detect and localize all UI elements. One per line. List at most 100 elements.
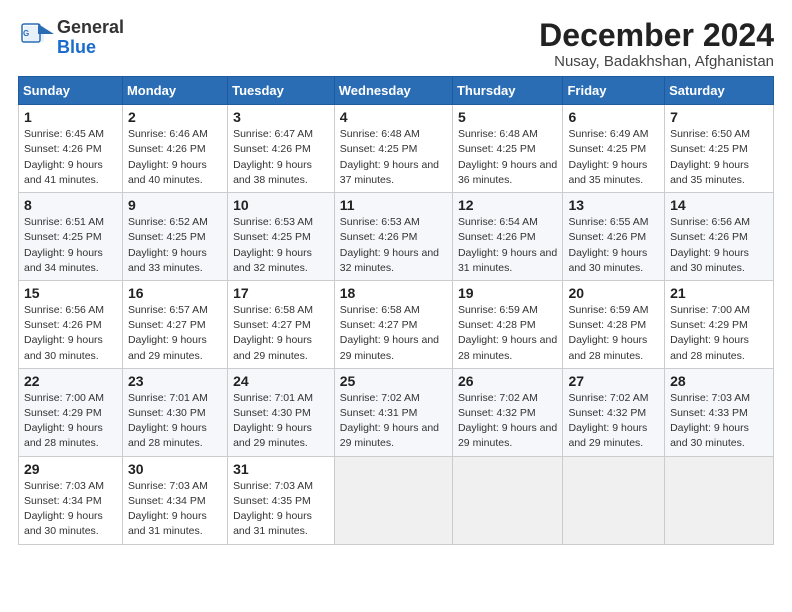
day-number: 3: [233, 109, 329, 125]
day-header-tuesday: Tuesday: [228, 77, 335, 105]
daylight-text: Daylight: 9 hours and 29 minutes.: [340, 422, 439, 449]
day-number: 17: [233, 285, 329, 301]
calendar-cell: 1Sunrise: 6:45 AMSunset: 4:26 PMDaylight…: [19, 105, 123, 193]
day-info: Sunrise: 6:58 AMSunset: 4:27 PMDaylight:…: [233, 303, 329, 364]
sunrise-text: Sunrise: 6:54 AM: [458, 216, 538, 228]
sunrise-text: Sunrise: 6:50 AM: [670, 128, 750, 140]
daylight-text: Daylight: 9 hours and 36 minutes.: [458, 159, 557, 186]
sunset-text: Sunset: 4:27 PM: [340, 319, 418, 331]
day-number: 23: [128, 373, 222, 389]
calendar-cell: 25Sunrise: 7:02 AMSunset: 4:31 PMDayligh…: [334, 368, 452, 456]
day-number: 2: [128, 109, 222, 125]
day-info: Sunrise: 6:56 AMSunset: 4:26 PMDaylight:…: [24, 303, 117, 364]
day-info: Sunrise: 7:01 AMSunset: 4:30 PMDaylight:…: [233, 391, 329, 452]
sunset-text: Sunset: 4:30 PM: [233, 407, 311, 419]
day-number: 8: [24, 197, 117, 213]
calendar-week-5: 29Sunrise: 7:03 AMSunset: 4:34 PMDayligh…: [19, 456, 774, 544]
daylight-text: Daylight: 9 hours and 28 minutes.: [24, 422, 103, 449]
sunrise-text: Sunrise: 7:03 AM: [233, 480, 313, 492]
calendar-cell: 29Sunrise: 7:03 AMSunset: 4:34 PMDayligh…: [19, 456, 123, 544]
day-number: 25: [340, 373, 447, 389]
sunset-text: Sunset: 4:25 PM: [128, 231, 206, 243]
daylight-text: Daylight: 9 hours and 32 minutes.: [340, 247, 439, 274]
day-info: Sunrise: 6:51 AMSunset: 4:25 PMDaylight:…: [24, 215, 117, 276]
day-info: Sunrise: 6:55 AMSunset: 4:26 PMDaylight:…: [568, 215, 659, 276]
calendar-cell: 16Sunrise: 6:57 AMSunset: 4:27 PMDayligh…: [122, 280, 227, 368]
calendar-table: SundayMondayTuesdayWednesdayThursdayFrid…: [18, 76, 774, 544]
day-number: 14: [670, 197, 768, 213]
day-info: Sunrise: 6:53 AM Sunset: 4:26 PM Daylight:…: [340, 215, 447, 276]
daylight-text: Daylight: 9 hours and 31 minutes.: [233, 510, 312, 537]
sunset-text: Sunset: 4:25 PM: [233, 231, 311, 243]
day-info: Sunrise: 7:02 AMSunset: 4:32 PMDaylight:…: [458, 391, 558, 452]
sunset-text: Sunset: 4:26 PM: [340, 231, 418, 243]
sunset-text: Sunset: 4:34 PM: [24, 495, 102, 507]
day-header-monday: Monday: [122, 77, 227, 105]
sunset-text: Sunset: 4:32 PM: [568, 407, 646, 419]
sunset-text: Sunset: 4:27 PM: [233, 319, 311, 331]
sunset-text: Sunset: 4:27 PM: [128, 319, 206, 331]
sunrise-text: Sunrise: 7:02 AM: [340, 392, 420, 404]
calendar-week-3: 15Sunrise: 6:56 AMSunset: 4:26 PMDayligh…: [19, 280, 774, 368]
sunset-text: Sunset: 4:25 PM: [458, 143, 536, 155]
day-number: 5: [458, 109, 558, 125]
day-info: Sunrise: 6:45 AMSunset: 4:26 PMDaylight:…: [24, 127, 117, 188]
calendar-week-2: 8Sunrise: 6:51 AMSunset: 4:25 PMDaylight…: [19, 193, 774, 281]
day-number: 18: [340, 285, 447, 301]
calendar-cell: 24Sunrise: 7:01 AMSunset: 4:30 PMDayligh…: [228, 368, 335, 456]
logo-general: General: [57, 17, 124, 37]
sunset-text: Sunset: 4:29 PM: [24, 407, 102, 419]
sunset-text: Sunset: 4:33 PM: [670, 407, 748, 419]
sunrise-text: Sunrise: 6:53 AM: [340, 216, 420, 228]
sunset-text: Sunset: 4:26 PM: [128, 143, 206, 155]
day-number: 9: [128, 197, 222, 213]
sunrise-text: Sunrise: 6:56 AM: [670, 216, 750, 228]
day-info: Sunrise: 7:00 AMSunset: 4:29 PMDaylight:…: [24, 391, 117, 452]
calendar-cell: 11 Sunrise: 6:53 AM Sunset: 4:26 PM Dayligh…: [334, 193, 452, 281]
calendar-subtitle: Nusay, Badakhshan, Afghanistan: [539, 53, 774, 70]
calendar-cell: [452, 456, 563, 544]
daylight-text: Daylight: 9 hours and 32 minutes.: [233, 247, 312, 274]
calendar-cell: 12Sunrise: 6:54 AMSunset: 4:26 PMDayligh…: [452, 193, 563, 281]
day-info: Sunrise: 7:03 AMSunset: 4:34 PMDaylight:…: [128, 479, 222, 540]
daylight-text: Daylight: 9 hours and 28 minutes.: [128, 422, 207, 449]
daylight-text: Daylight: 9 hours and 33 minutes.: [128, 247, 207, 274]
calendar-cell: 22Sunrise: 7:00 AMSunset: 4:29 PMDayligh…: [19, 368, 123, 456]
sunset-text: Sunset: 4:28 PM: [568, 319, 646, 331]
daylight-text: Daylight: 9 hours and 34 minutes.: [24, 247, 103, 274]
sunrise-text: Sunrise: 6:58 AM: [233, 304, 313, 316]
daylight-text: Daylight: 9 hours and 38 minutes.: [233, 159, 312, 186]
sunset-text: Sunset: 4:25 PM: [340, 143, 418, 155]
calendar-week-1: 1Sunrise: 6:45 AMSunset: 4:26 PMDaylight…: [19, 105, 774, 193]
day-number: 31: [233, 461, 329, 477]
sunrise-text: Sunrise: 6:48 AM: [458, 128, 538, 140]
day-number: 12: [458, 197, 558, 213]
day-info: Sunrise: 6:49 AMSunset: 4:25 PMDaylight:…: [568, 127, 659, 188]
day-number: 6: [568, 109, 659, 125]
day-info: Sunrise: 6:57 AMSunset: 4:27 PMDaylight:…: [128, 303, 222, 364]
day-info: Sunrise: 6:52 AMSunset: 4:25 PMDaylight:…: [128, 215, 222, 276]
daylight-text: Daylight: 9 hours and 30 minutes.: [670, 422, 749, 449]
day-info: Sunrise: 6:48 AMSunset: 4:25 PMDaylight:…: [340, 127, 447, 188]
header-row: SundayMondayTuesdayWednesdayThursdayFrid…: [19, 77, 774, 105]
calendar-cell: 6 Sunrise: 6:49 AMSunset: 4:25 PMDaylight…: [563, 105, 665, 193]
day-number: 21: [670, 285, 768, 301]
sunset-text: Sunset: 4:32 PM: [458, 407, 536, 419]
day-header-friday: Friday: [563, 77, 665, 105]
sunrise-text: Sunrise: 6:56 AM: [24, 304, 104, 316]
day-header-saturday: Saturday: [665, 77, 774, 105]
logo-blue: Blue: [57, 37, 96, 57]
calendar-title: December 2024: [539, 18, 774, 53]
day-number: 11: [340, 197, 447, 213]
daylight-text: Daylight: 9 hours and 30 minutes.: [24, 334, 103, 361]
sunrise-text: Sunrise: 6:51 AM: [24, 216, 104, 228]
calendar-cell: 27Sunrise: 7:02 AMSunset: 4:32 PMDayligh…: [563, 368, 665, 456]
day-number: 16: [128, 285, 222, 301]
calendar-cell: [563, 456, 665, 544]
day-info: Sunrise: 7:01 AMSunset: 4:30 PMDaylight:…: [128, 391, 222, 452]
sunrise-text: Sunrise: 6:57 AM: [128, 304, 208, 316]
day-info: Sunrise: 6:59 AMSunset: 4:28 PMDaylight:…: [568, 303, 659, 364]
daylight-text: Daylight: 9 hours and 35 minutes.: [568, 159, 647, 186]
sunset-text: Sunset: 4:28 PM: [458, 319, 536, 331]
sunrise-text: Sunrise: 6:47 AM: [233, 128, 313, 140]
